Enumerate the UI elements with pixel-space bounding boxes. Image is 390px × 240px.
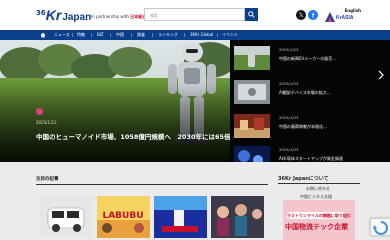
nav-item-global[interactable]: 36Kr Global — [190, 32, 213, 37]
category-badge — [36, 108, 43, 115]
search-input[interactable]: 検索 — [144, 8, 245, 21]
nav-item-news[interactable]: ニュース — [54, 32, 70, 38]
side-title[interactable]: 中国の新興EVメーカーの販売... — [279, 56, 359, 62]
side-date: 2025/1/23 — [279, 147, 299, 152]
nav-divider — [184, 33, 185, 37]
section-divider — [278, 183, 360, 184]
ad-tagline: ラストワンマイルの課題に取り組む — [287, 212, 351, 219]
side-thumb — [234, 80, 270, 104]
nav-item-ranking[interactable]: ランキング — [158, 32, 178, 38]
article-card[interactable] — [154, 196, 207, 238]
facebook-social-icon[interactable]: f — [308, 10, 318, 20]
side-article[interactable]: 2025/1/23 中国の春節商戦が本格化... — [234, 112, 358, 140]
main-nav: ニュース 特集 BIZ 中国 調査 ランキング 36Kr Global イベント — [0, 30, 390, 40]
nav-item-research[interactable]: 調査 — [137, 32, 145, 38]
nav-item-features[interactable]: 特集 — [77, 32, 85, 38]
about-link[interactable]: お問い合わせ — [306, 186, 330, 192]
home-icon[interactable] — [40, 32, 46, 38]
about-title: 36Kr Japanについて — [278, 176, 329, 182]
nav-divider — [72, 33, 73, 37]
hero-title[interactable]: 中国のヒューマノイド市場、1058億円規模へ 2030年には65倍に — [36, 131, 230, 141]
logo-japan: Japan — [62, 12, 92, 23]
article-card[interactable] — [40, 196, 93, 238]
side-title[interactable]: AI翻訳デバイス市場の拡大... — [279, 90, 359, 96]
nav-divider — [217, 33, 218, 37]
site-logo[interactable]: 36 Kr Japan — [36, 7, 91, 23]
side-title[interactable]: 中国の春節商戦が本格化... — [279, 124, 359, 130]
recaptcha-badge[interactable] — [370, 218, 390, 236]
card-image: LABUBU — [97, 196, 150, 238]
nav-item-events[interactable]: イベント — [222, 32, 238, 38]
hero-main-article[interactable]: 2025/1/23 中国のヒューマノイド市場、1058億円規模へ 2030年には… — [0, 40, 230, 162]
section-divider — [36, 184, 268, 185]
card-image — [211, 196, 264, 238]
x-social-icon[interactable]: 𝕏 — [296, 10, 306, 20]
advertisement-banner[interactable]: ラストワンマイルの課題に取り組む 中国物流テック企業 — [283, 200, 355, 240]
side-thumb — [234, 114, 270, 138]
article-card[interactable]: LABUBU — [97, 196, 150, 238]
recaptcha-icon — [373, 221, 388, 235]
side-date: 2025/1/23 — [279, 115, 299, 120]
side-thumb — [234, 46, 270, 70]
svg-text:LABUBU: LABUBU — [102, 211, 143, 221]
article-card[interactable] — [211, 196, 264, 238]
side-date: 2025/1/23 — [279, 47, 299, 52]
logo-36: 36 — [36, 9, 46, 17]
nav-divider — [110, 33, 111, 37]
nav-item-china[interactable]: 中国 — [116, 32, 124, 38]
hero-image — [0, 40, 230, 162]
nav-divider — [131, 33, 132, 37]
section-title: 注目の記事 — [36, 177, 59, 182]
krasia-label: KrASIA — [336, 15, 354, 21]
krasia-logo-icon — [325, 12, 335, 22]
search-button[interactable] — [245, 8, 258, 21]
nav-divider — [91, 33, 92, 37]
ad-headline: 中国物流テック企業 — [285, 223, 348, 231]
side-article[interactable]: 2025/1/23 中国の新興EVメーカーの販売... — [234, 44, 358, 72]
about-section: 36Kr Japanについて お問い合わせ 中国ビジネス支援 ラストワンマイルの… — [278, 170, 362, 240]
hero-date: 2025/1/23 — [36, 120, 57, 125]
krasia-link[interactable]: English KrASIA — [325, 8, 363, 23]
nav-divider — [152, 33, 153, 37]
site-header: 36 Kr Japan In partnership with 日本経済新聞 検… — [0, 0, 390, 30]
carousel-next-icon[interactable] — [378, 70, 384, 80]
card-image — [154, 196, 207, 238]
search-icon — [248, 11, 255, 18]
side-date: 2025/1/23 — [279, 81, 299, 86]
english-link[interactable]: English — [345, 8, 361, 13]
side-article[interactable]: 2025/1/23 AI翻訳デバイス市場の拡大... — [234, 78, 358, 106]
card-image — [40, 196, 93, 238]
nav-item-biz[interactable]: BIZ — [97, 32, 104, 37]
partner-prefix: In partnership with — [91, 14, 129, 19]
logo-kr: Kr — [45, 7, 62, 23]
